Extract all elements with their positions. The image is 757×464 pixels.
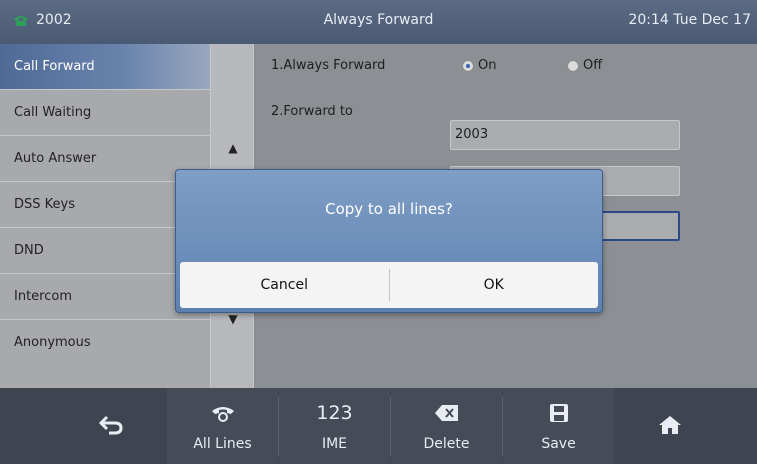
radio-off-indicator <box>567 59 579 72</box>
phone-screen: 2002 Always Forward 20:14 Tue Dec 17 Cal… <box>0 0 757 464</box>
sidebar-item-call-forward[interactable]: Call Forward <box>0 44 210 90</box>
sidebar-item-call-waiting[interactable]: Call Waiting <box>0 90 210 136</box>
back-arrow-icon <box>56 412 167 438</box>
dialog-message: Copy to all lines? <box>325 200 453 218</box>
home-icon <box>614 412 725 438</box>
sidebar-item-anonymous[interactable]: Anonymous <box>0 320 210 366</box>
forward-to-field[interactable]: 2003 <box>450 120 680 150</box>
radio-on-indicator <box>462 59 474 72</box>
phone-icon <box>167 400 278 426</box>
cancel-button[interactable]: Cancel <box>180 277 389 293</box>
radio-on[interactable]: On <box>462 58 496 73</box>
date-time: 20:14 Tue Dec 17 <box>628 12 751 28</box>
ime-button[interactable]: 123 IME <box>279 388 390 464</box>
save-button[interactable]: Save <box>503 388 614 464</box>
all-lines-button[interactable]: All Lines <box>167 388 278 464</box>
forward-to-label: 2.Forward to <box>271 104 353 119</box>
softkey-bar: All Lines 123 IME Delete Save <box>0 388 757 464</box>
ok-button[interactable]: OK <box>390 277 599 293</box>
home-button[interactable] <box>614 388 725 464</box>
dialog-buttons: Cancel OK <box>180 262 598 308</box>
confirm-dialog: Copy to all lines? Cancel OK <box>175 169 603 313</box>
delete-button[interactable]: Delete <box>391 388 502 464</box>
radio-off[interactable]: Off <box>567 58 602 73</box>
status-bar: 2002 Always Forward 20:14 Tue Dec 17 <box>0 0 757 44</box>
floppy-disk-icon <box>503 400 614 426</box>
up-arrow-icon[interactable]: ▲ <box>211 141 255 155</box>
down-arrow-icon[interactable]: ▼ <box>211 312 255 326</box>
always-forward-label: 1.Always Forward <box>271 58 386 73</box>
back-button[interactable] <box>56 388 167 464</box>
backspace-icon <box>391 400 502 426</box>
